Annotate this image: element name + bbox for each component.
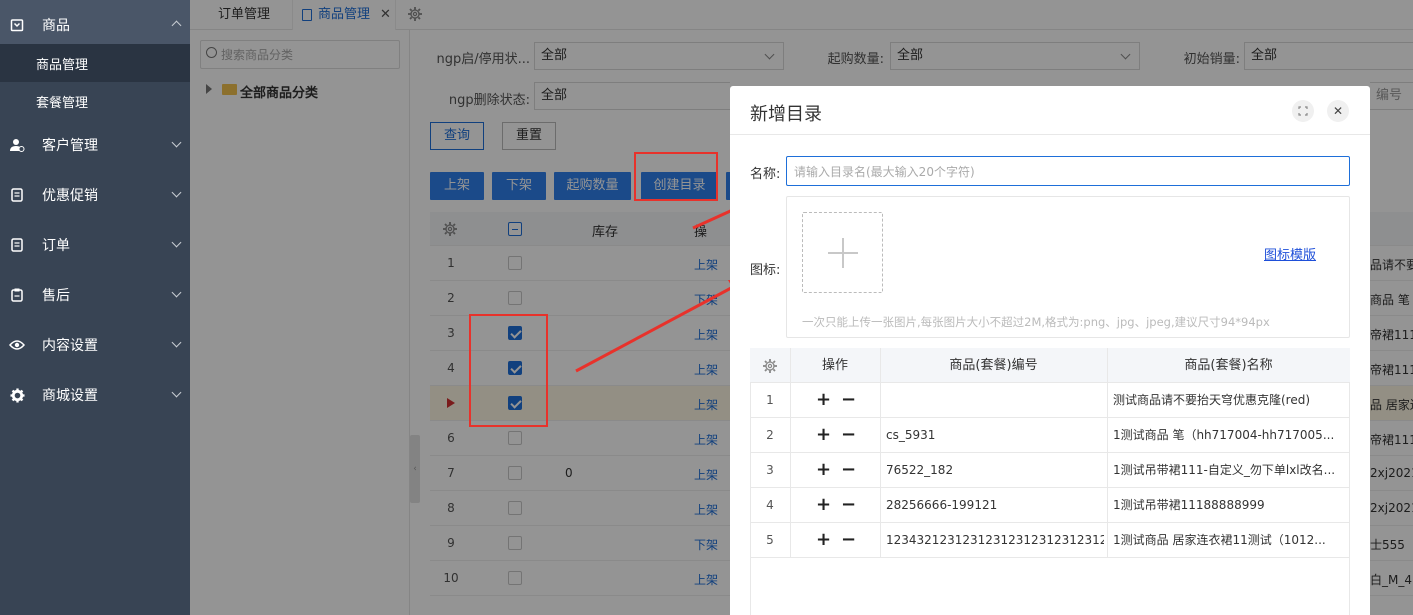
product-name-cell: 1测试吊带裙111-自定义_勿下单lxl改名... — [1113, 463, 1336, 477]
column-divider — [1107, 488, 1108, 523]
chevron-down-icon — [171, 387, 182, 398]
column-divider — [1107, 418, 1108, 453]
gear-icon[interactable] — [762, 358, 778, 374]
column-divider — [880, 383, 881, 418]
table-row: 3 + − 76522_182 1测试吊带裙111-自定义_勿下单lxl改名... — [750, 453, 1350, 488]
dialog-divider — [730, 134, 1370, 135]
eye-icon — [9, 337, 25, 353]
remove-row-icon[interactable]: − — [841, 523, 856, 556]
sidebar-item-promotion[interactable]: 优惠促销 — [0, 170, 190, 220]
upload-hint: 一次只能上传一张图片,每张图片大小不超过2M,格式为:png、jpg、jpeg,… — [802, 315, 1270, 329]
sidebar-item-mall-settings[interactable]: 商城设置 — [0, 370, 190, 420]
column-divider — [1107, 523, 1108, 558]
product-table-header: 操作 商品(套餐)编号 商品(套餐)名称 — [750, 348, 1350, 383]
coupon-icon — [9, 187, 25, 203]
icon-upload-area: 图标模版 一次只能上传一张图片,每张图片大小不超过2M,格式为:png、jpg、… — [786, 196, 1350, 338]
add-row-icon[interactable]: + — [816, 488, 831, 521]
user-icon — [9, 137, 25, 153]
product-icon — [9, 17, 25, 33]
product-name-cell: 1测试商品 笔（hh717004-hh717005... — [1113, 428, 1335, 442]
row-number: 1 — [766, 393, 774, 407]
column-divider — [1107, 453, 1108, 488]
sidebar-item-label: 优惠促销 — [42, 188, 98, 204]
add-row-icon[interactable]: + — [816, 418, 831, 451]
chevron-down-icon — [171, 287, 182, 298]
sidebar-item-order[interactable]: 订单 — [0, 220, 190, 270]
product-name-cell: 1测试吊带裙11188888999 — [1113, 498, 1265, 512]
column-header-code: 商品(套餐)编号 — [949, 358, 1038, 373]
upload-button[interactable] — [802, 212, 883, 293]
add-row-icon[interactable]: + — [816, 523, 831, 556]
product-code-cell: 76522_182 — [886, 463, 954, 477]
product-code-cell: 123432123123123123123123123121... — [886, 533, 1104, 547]
product-code-cell — [886, 383, 1104, 418]
product-name-cell: 测试商品请不要抬天穹优惠克隆(red) — [1113, 393, 1311, 407]
remove-row-icon[interactable]: − — [841, 418, 856, 451]
row-number: 5 — [766, 533, 774, 547]
chevron-down-icon — [171, 237, 182, 248]
maximize-icon[interactable] — [1292, 100, 1314, 122]
name-label: 名称: — [750, 167, 781, 182]
new-catalog-dialog: 新增目录 ✕ 名称: 请输入目录名(最大输入20个字符) 图标: 图标模版 一次… — [730, 86, 1370, 615]
table-row: 4 + − 28256666-199121 1测试吊带裙11188888999 — [750, 488, 1350, 523]
remove-row-icon[interactable]: − — [841, 383, 856, 416]
highlight-box-checked-rows — [469, 314, 548, 427]
close-icon[interactable]: ✕ — [1327, 100, 1349, 122]
input-placeholder: 请输入目录名(最大输入20个字符) — [794, 165, 975, 179]
sidebar-item-label: 商品 — [42, 18, 70, 34]
table-row: 5 + − 123432123123123123123123123121... 1测试商… — [750, 523, 1350, 558]
remove-row-icon[interactable]: − — [841, 453, 856, 486]
sidebar-item-label: 商城设置 — [42, 388, 98, 404]
column-divider — [1107, 383, 1108, 418]
sidebar-item-label: 内容设置 — [42, 338, 98, 354]
sidebar-item-aftersale[interactable]: 售后 — [0, 270, 190, 320]
column-header-name: 商品(套餐)名称 — [1184, 358, 1273, 373]
chevron-down-icon — [171, 337, 182, 348]
remove-row-icon[interactable]: − — [841, 488, 856, 521]
column-divider — [880, 488, 881, 523]
icon-template-link[interactable]: 图标模版 — [1264, 244, 1316, 263]
catalog-name-input[interactable]: 请输入目录名(最大输入20个字符) — [786, 156, 1350, 186]
sidebar-item-content[interactable]: 内容设置 — [0, 320, 190, 370]
row-number: 3 — [766, 463, 774, 477]
order-icon — [9, 237, 25, 253]
sidebar-subitem-product-manage[interactable]: 商品管理 — [0, 44, 190, 82]
chevron-down-icon — [171, 137, 182, 148]
table-row: 2 + − cs_5931 1测试商品 笔（hh717004-hh717005... — [750, 418, 1350, 453]
sidebar-item-label: 售后 — [42, 288, 70, 304]
column-divider — [880, 523, 881, 558]
column-divider — [790, 383, 791, 418]
column-divider — [790, 453, 791, 488]
column-divider — [880, 418, 881, 453]
row-number: 4 — [766, 498, 774, 512]
row-number: 2 — [766, 428, 774, 442]
add-row-icon[interactable]: + — [816, 453, 831, 486]
chevron-down-icon — [171, 187, 182, 198]
column-header-operation: 操作 — [821, 358, 848, 373]
sidebar-subitem-package-manage[interactable]: 套餐管理 — [0, 82, 190, 120]
column-divider — [880, 453, 881, 488]
sidebar-item-label: 客户管理 — [42, 138, 98, 154]
column-divider — [790, 418, 791, 453]
product-name-cell: 1测试商品 居家连衣裙11测试（1012... — [1113, 533, 1326, 547]
add-row-icon[interactable]: + — [816, 383, 831, 416]
chevron-up-icon — [171, 20, 182, 31]
sidebar-item-customer[interactable]: 客户管理 — [0, 120, 190, 170]
product-code-cell: cs_5931 — [886, 428, 936, 442]
icon-label: 图标: — [750, 263, 781, 278]
column-divider — [790, 488, 791, 523]
dialog-title: 新增目录 — [750, 104, 822, 125]
sidebar-item-label: 订单 — [42, 238, 70, 254]
gear-icon — [9, 387, 25, 403]
column-divider — [790, 523, 791, 558]
table-row: 1 + − 测试商品请不要抬天穹优惠克隆(red) — [750, 383, 1350, 418]
plus-icon-vertical — [842, 238, 844, 268]
product-code-cell: 28256666-199121 — [886, 498, 998, 512]
sidebar-item-product[interactable]: 商品 — [0, 0, 190, 50]
sidebar: 商品 商品管理 套餐管理 客户管理 优惠促销 订单 售后 内容设置 商城设置 — [0, 0, 190, 615]
aftersale-icon — [9, 287, 25, 303]
